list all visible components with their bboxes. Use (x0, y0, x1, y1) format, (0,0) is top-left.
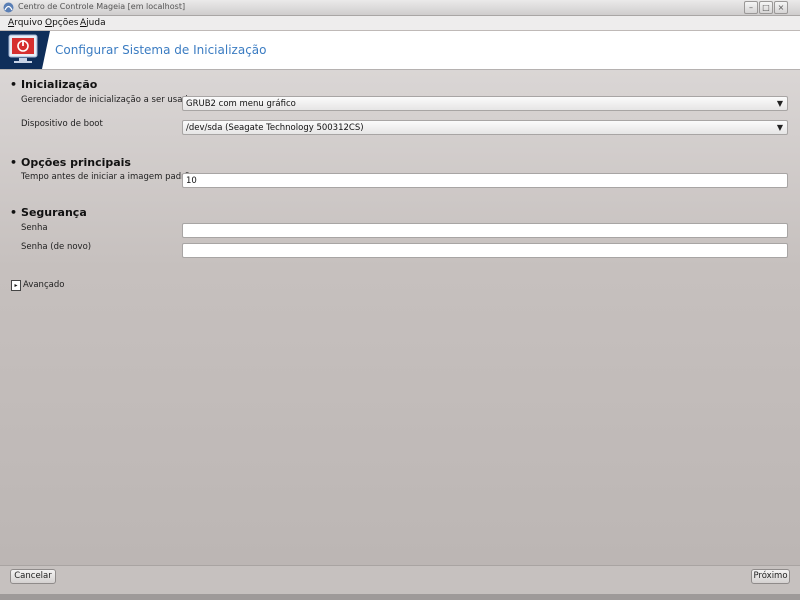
boot-power-monitor-icon (0, 31, 50, 69)
timeout-input[interactable]: 10 (182, 173, 788, 188)
bullet-icon: • (10, 156, 18, 169)
bootloader-value: GRUB2 com menu gráfico (186, 99, 296, 109)
window-bottom-edge (0, 594, 800, 600)
dropdown-arrow-icon: ▼ (776, 123, 783, 132)
mageia-logo-icon (3, 2, 14, 13)
menu-opcoes[interactable]: Opções (45, 18, 79, 28)
menu-arquivo[interactable]: Arquivo (8, 18, 42, 28)
minimize-button[interactable]: – (744, 1, 758, 14)
dropdown-arrow-icon: ▼ (776, 99, 783, 108)
window-titlebar[interactable]: Centro de Controle Mageia [em localhost]… (0, 0, 800, 16)
bootloader-select[interactable]: GRUB2 com menu gráfico ▼ (182, 96, 788, 111)
timeout-label: Tempo antes de iniciar a imagem padrão (21, 172, 195, 182)
password-label: Senha (21, 223, 48, 233)
section-title-boot: • Inicialização (10, 78, 98, 91)
cancel-button[interactable]: Cancelar (10, 569, 56, 584)
bullet-icon: • (10, 206, 18, 219)
menu-ajuda[interactable]: Ajuda (80, 18, 106, 28)
bootloader-label: Gerenciador de inicialização a ser usado (21, 95, 194, 105)
section-title-main-options: • Opções principais (10, 156, 131, 169)
bullet-icon: • (10, 78, 18, 91)
timeout-value: 10 (186, 176, 197, 186)
boot-device-label: Dispositivo de boot (21, 119, 103, 129)
main-content (0, 70, 800, 565)
boot-device-select[interactable]: /dev/sda (Seagate Technology 500312CS) ▼ (182, 120, 788, 135)
password-again-input[interactable] (182, 243, 788, 258)
advanced-label: Avançado (23, 280, 65, 290)
window-title: Centro de Controle Mageia [em localhost] (18, 2, 186, 11)
page-title: Configurar Sistema de Inicialização (55, 43, 267, 57)
password-again-label: Senha (de novo) (21, 242, 92, 252)
next-button[interactable]: Próximo (751, 569, 790, 584)
maximize-button[interactable]: □ (759, 1, 773, 14)
menubar: Arquivo Opções Ajuda (0, 16, 800, 30)
boot-device-value: /dev/sda (Seagate Technology 500312CS) (186, 123, 364, 133)
close-button[interactable]: × (774, 1, 788, 14)
expand-arrow-icon: ▸ (11, 280, 21, 291)
password-input[interactable] (182, 223, 788, 238)
footer-bar (0, 566, 800, 594)
section-title-security: • Segurança (10, 206, 87, 219)
header-banner: Configurar Sistema de Inicialização (0, 31, 800, 70)
